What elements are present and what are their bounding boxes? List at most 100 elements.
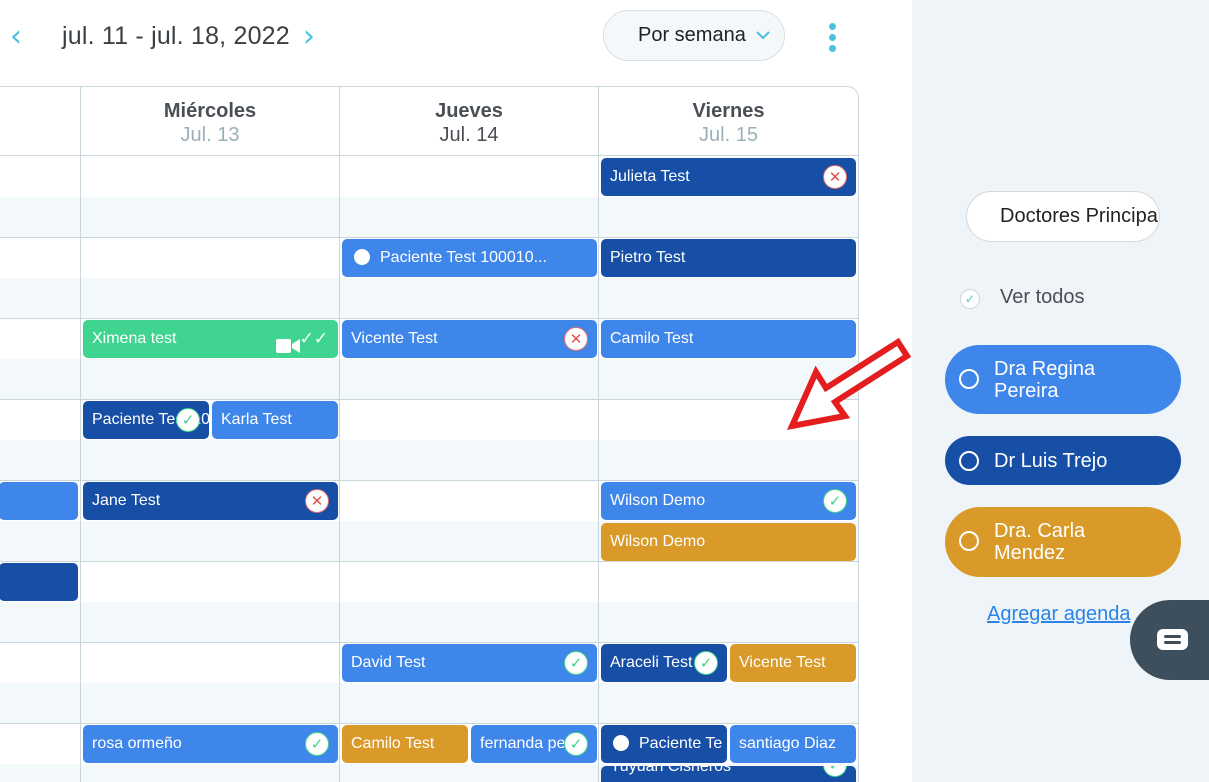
day-date-today: Jul. 14 bbox=[439, 124, 499, 146]
appointment-event[interactable]: Wilson Demo bbox=[601, 523, 856, 561]
time-slot-band bbox=[0, 278, 858, 319]
confirmed-status-icon: ✓ bbox=[564, 732, 588, 756]
doctor-filter-carla[interactable]: Dra. Carla Mendez bbox=[945, 507, 1181, 577]
appointment-event[interactable]: Ximena test ✓✓ bbox=[83, 320, 338, 358]
appointment-event[interactable]: rosa ormeño ✓ bbox=[83, 725, 338, 763]
appointment-event[interactable]: Wilson Demo ✓ bbox=[601, 482, 856, 520]
see-all-label: Ver todos bbox=[1000, 286, 1085, 308]
confirmed-status-icon: ✓ bbox=[176, 408, 200, 432]
red-arrow-icon bbox=[786, 337, 912, 431]
day-name: Viernes bbox=[692, 100, 765, 122]
chat-widget-button[interactable] bbox=[1130, 600, 1209, 680]
event-patient-name: Camilo Test bbox=[351, 735, 435, 752]
appointment-event[interactable]: Pietro Test bbox=[601, 239, 856, 277]
appointment-event[interactable]: Paciente Te bbox=[601, 725, 727, 763]
doctor-name: Dra Regina bbox=[994, 358, 1096, 380]
checkmark-icon: ✓ bbox=[960, 289, 980, 309]
event-patient-name: rosa ormeño bbox=[92, 735, 182, 752]
doctor-name: Pereira bbox=[994, 380, 1059, 402]
doctor-filter-luis[interactable]: Dr Luis Trejo bbox=[945, 436, 1181, 485]
more-options-icon[interactable] bbox=[822, 20, 842, 56]
day-date: Jul. 13 bbox=[180, 124, 240, 146]
column-divider bbox=[598, 156, 599, 782]
confirmed-status-icon: ✓ bbox=[564, 651, 588, 675]
column-divider bbox=[339, 156, 340, 782]
day-header-tuesday bbox=[0, 87, 81, 156]
event-patient-name: Vicente Test bbox=[351, 330, 438, 347]
hour-line bbox=[0, 642, 858, 643]
time-slot-band bbox=[0, 440, 858, 481]
event-patient-name: Jane Test bbox=[92, 492, 161, 509]
event-patient-name: Paciente Te bbox=[639, 735, 723, 752]
column-divider bbox=[80, 156, 81, 782]
view-mode-select[interactable]: Por semana bbox=[603, 10, 785, 61]
day-header-friday: Viernes Jul. 15 bbox=[599, 87, 858, 156]
appointment-event[interactable]: Jane Test ✕ bbox=[83, 482, 338, 520]
event-patient-name: Yuyuan Cisneros bbox=[610, 766, 731, 775]
pending-status-icon bbox=[354, 249, 370, 265]
video-camera-icon bbox=[276, 331, 300, 353]
appointment-event[interactable]: Paciente Test 10 ✓ bbox=[83, 401, 209, 439]
doctor-group-select[interactable]: Doctores Principales bbox=[966, 191, 1160, 242]
event-patient-name: Karla Test bbox=[221, 411, 292, 428]
hour-line bbox=[0, 480, 858, 481]
day-header-thursday: Jueves Jul. 14 bbox=[340, 87, 599, 156]
previous-week-icon[interactable]: ‹ bbox=[1, 20, 31, 56]
appointment-event[interactable] bbox=[0, 482, 78, 520]
add-agenda-link[interactable]: Agregar agenda bbox=[987, 603, 1130, 626]
appointment-event[interactable]: santiago Diaz bbox=[730, 725, 856, 763]
confirmed-status-icon: ✓ bbox=[823, 489, 847, 513]
event-patient-name: Camilo Test bbox=[610, 330, 694, 347]
time-slot-band bbox=[0, 602, 858, 643]
doctor-name: Dra. Carla bbox=[994, 520, 1086, 542]
hour-line bbox=[0, 561, 858, 562]
chat-icon bbox=[1157, 629, 1188, 650]
time-slot-band bbox=[0, 359, 858, 400]
appointment-event[interactable]: Vicente Test ✕ bbox=[342, 320, 597, 358]
pending-status-icon bbox=[613, 735, 629, 751]
doctor-name: Mendez bbox=[994, 542, 1066, 564]
appointment-event[interactable]: Vicente Test bbox=[730, 644, 856, 682]
cancelled-status-icon: ✕ bbox=[564, 327, 588, 351]
doctor-filter-regina[interactable]: Dra Regina Pereira bbox=[945, 345, 1181, 414]
calendar-toolbar: ‹ jul. 11 - jul. 18, 2022 › Por semana bbox=[0, 0, 912, 86]
confirmed-status-icon: ✓ bbox=[694, 651, 718, 675]
day-name: Miércoles bbox=[163, 100, 257, 122]
appointment-event[interactable] bbox=[0, 563, 78, 601]
event-patient-name: santiago Diaz bbox=[739, 735, 836, 752]
appointment-event[interactable]: fernanda pe ✓ bbox=[471, 725, 597, 763]
appointment-event[interactable]: Camilo Test bbox=[342, 725, 468, 763]
appointment-event[interactable]: Araceli Test ✓ bbox=[601, 644, 727, 682]
view-mode-value: Por semana bbox=[638, 24, 746, 46]
cancelled-status-icon: ✕ bbox=[305, 489, 329, 513]
hour-line bbox=[0, 318, 858, 319]
confirmed-status-icon: ✓ bbox=[305, 732, 329, 756]
event-patient-name: Wilson Demo bbox=[610, 492, 706, 509]
appointment-event[interactable]: Yuyuan Cisneros ✓ bbox=[601, 766, 856, 782]
confirmed-status-icon: ✓ bbox=[823, 766, 847, 777]
event-patient-name: Vicente Test bbox=[739, 654, 826, 671]
event-patient-name: Wilson Demo bbox=[610, 533, 706, 550]
unchecked-circle-icon bbox=[959, 531, 979, 551]
appointment-event[interactable]: Julieta Test ✕ bbox=[601, 158, 856, 196]
chevron-down-icon bbox=[756, 27, 770, 43]
time-slot-band bbox=[0, 683, 858, 724]
appointment-event[interactable]: Karla Test bbox=[212, 401, 338, 439]
event-patient-name: fernanda pe bbox=[480, 735, 566, 752]
appointment-event[interactable]: Paciente Test 100010... bbox=[342, 239, 597, 277]
day-name: Jueves bbox=[435, 100, 503, 122]
hour-line bbox=[0, 723, 858, 724]
hour-line bbox=[0, 399, 858, 400]
see-all-toggle[interactable]: ✓ Ver todos bbox=[960, 286, 1085, 309]
appointment-event[interactable]: David Test ✓ bbox=[342, 644, 597, 682]
event-patient-name: Paciente Test 100010... bbox=[380, 249, 547, 266]
event-patient-name: Araceli Test bbox=[610, 654, 693, 671]
doctor-name: Dr Luis Trejo bbox=[994, 450, 1108, 472]
double-check-icon: ✓✓ bbox=[299, 329, 329, 349]
event-patient-name: Ximena test bbox=[92, 330, 177, 347]
next-week-icon[interactable]: › bbox=[294, 20, 324, 56]
time-slot-band bbox=[0, 197, 858, 238]
week-calendar-grid: Miércoles Jul. 13 Jueves Jul. 14 Viernes… bbox=[0, 86, 859, 782]
day-date: Jul. 15 bbox=[699, 124, 758, 146]
date-range-title: jul. 11 - jul. 18, 2022 bbox=[62, 22, 290, 50]
